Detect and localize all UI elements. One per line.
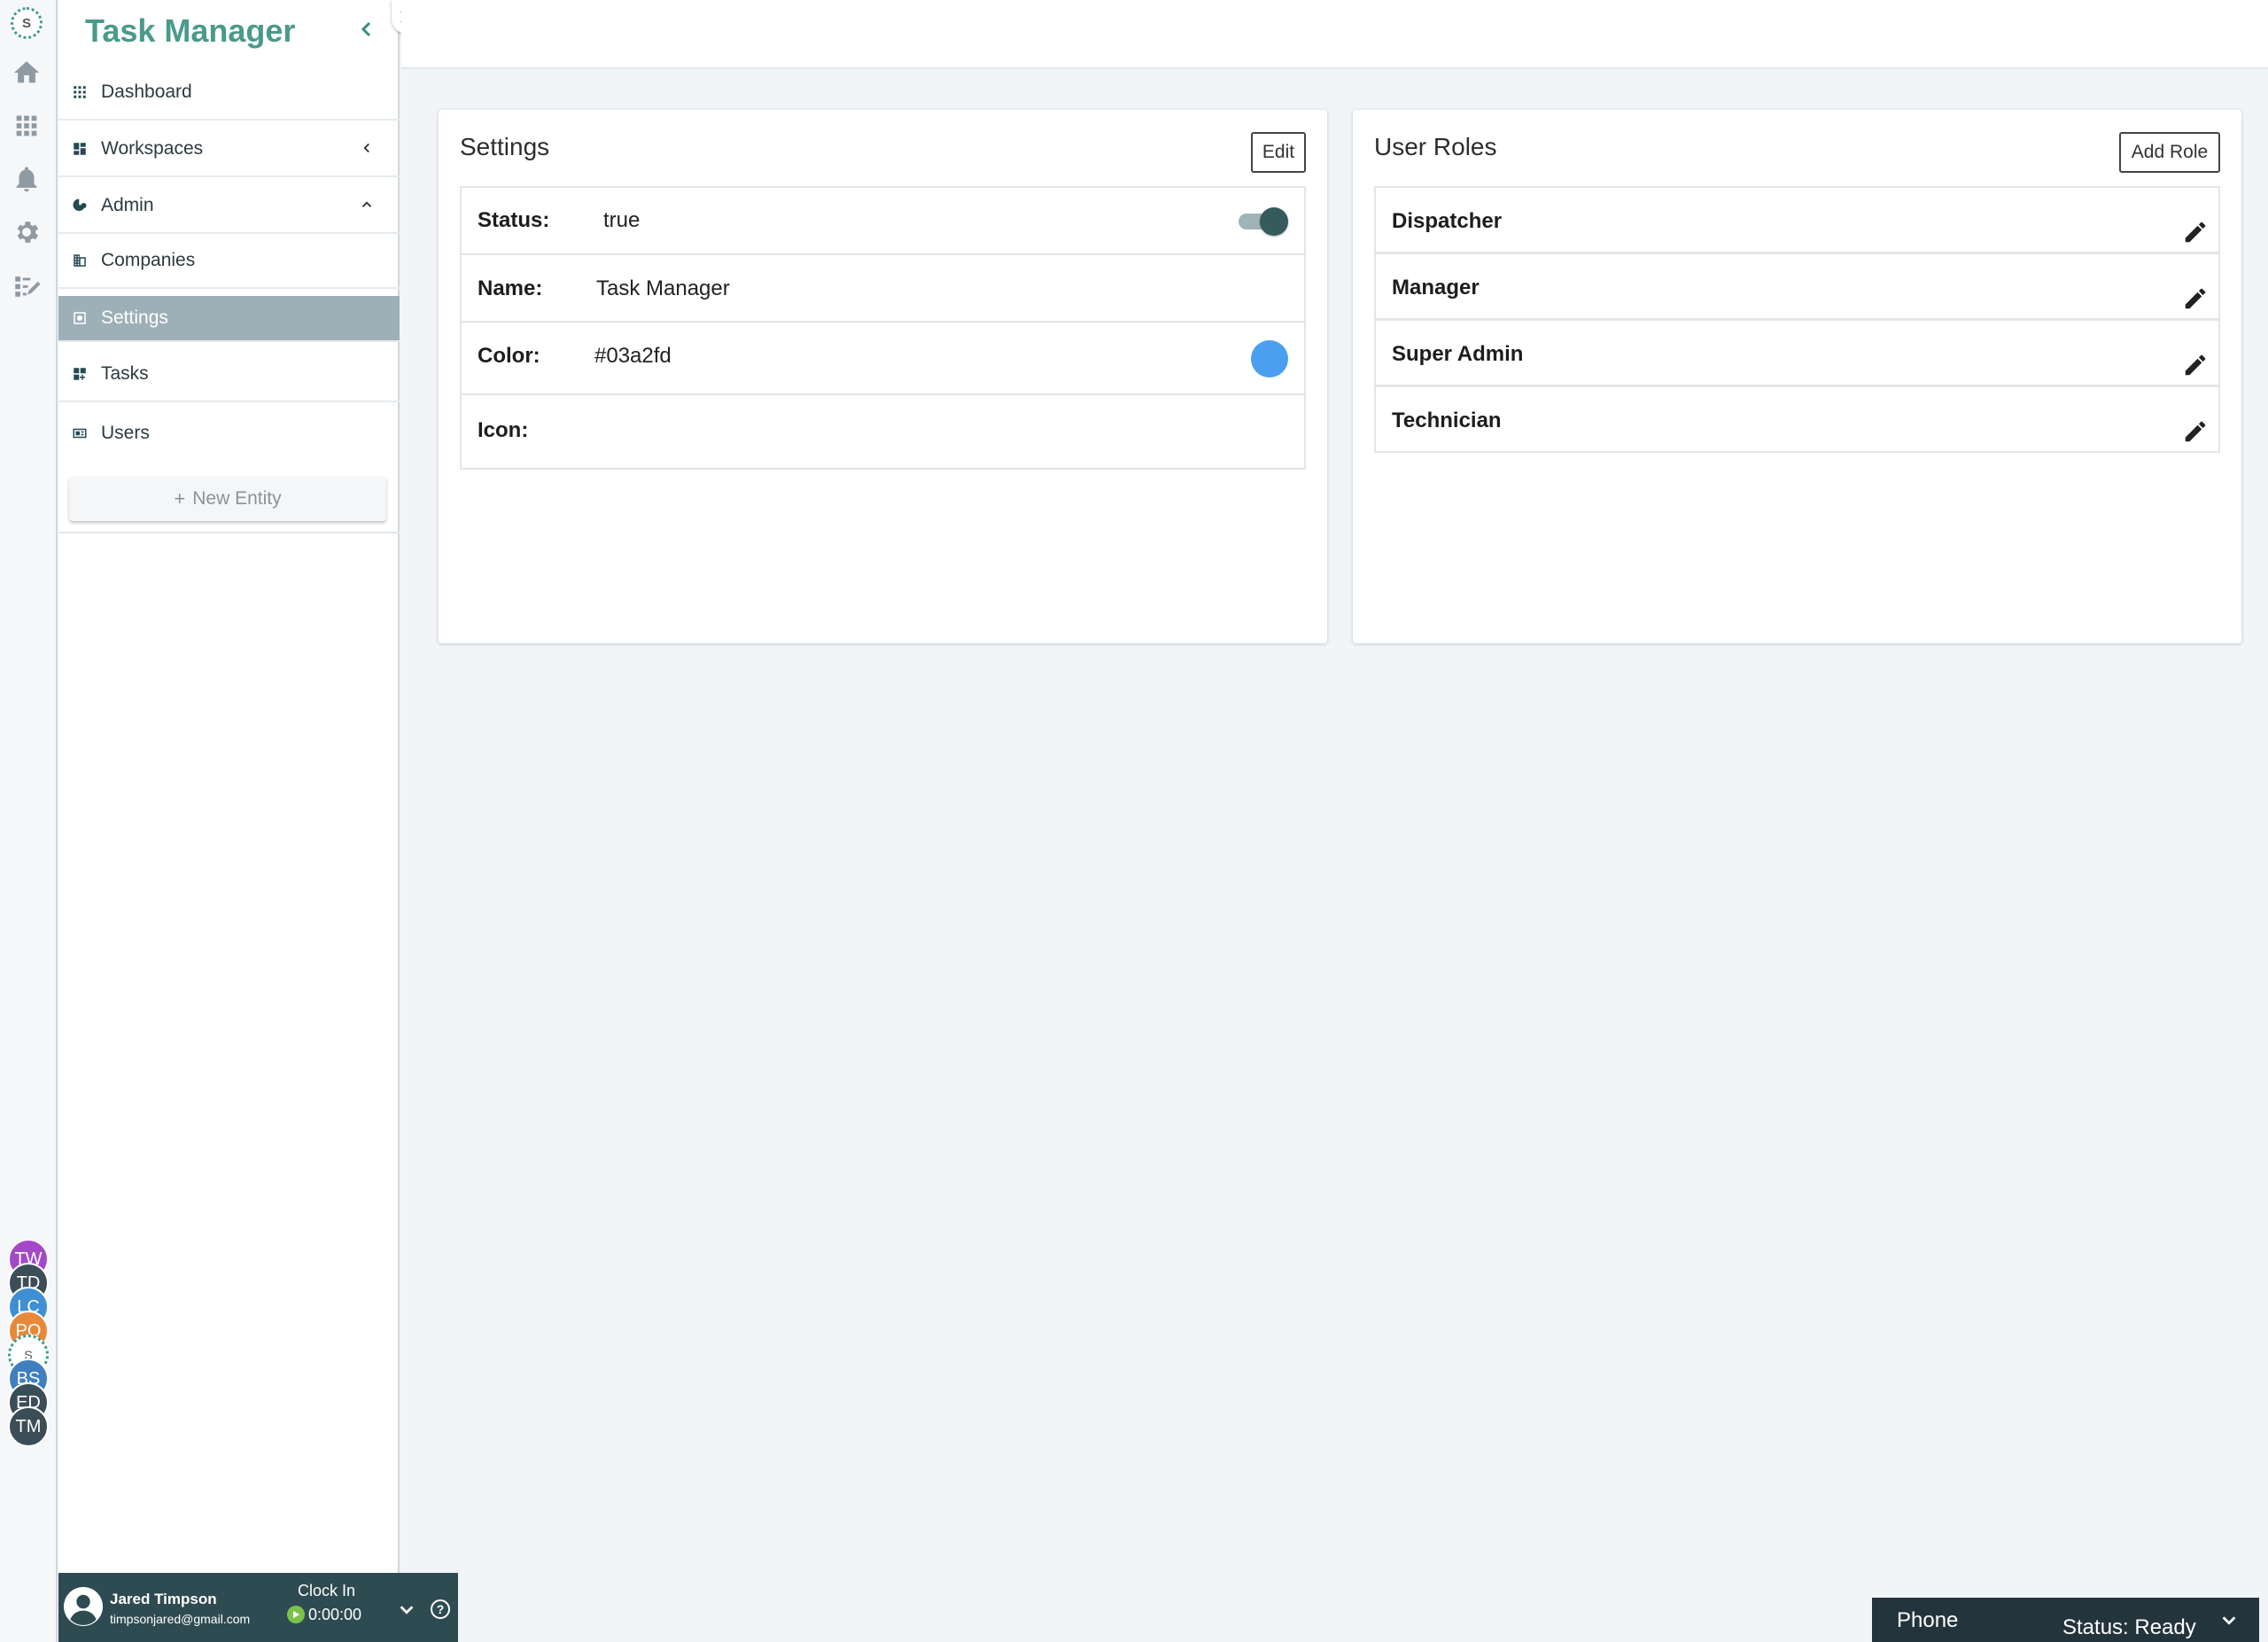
clock-in-label[interactable]: Clock In <box>298 1582 355 1600</box>
user-avatar[interactable] <box>64 1587 103 1626</box>
settings-square-icon <box>71 309 89 327</box>
icon-row: Icon: <box>460 393 1306 470</box>
checklist-icon[interactable] <box>9 268 44 303</box>
sidebar-item-workspaces[interactable]: Workspaces <box>58 122 400 177</box>
user-email: timpsonjared@gmail.com <box>110 1612 251 1626</box>
chevron-left-icon <box>359 140 377 158</box>
color-swatch <box>1251 340 1288 377</box>
sidebar: Task Manager Dashboard Workspaces Admin … <box>58 0 458 1642</box>
id-card-icon <box>71 424 89 442</box>
app-title: Task Manager <box>85 12 296 49</box>
user-roles-card: User Roles Add Role Dispatcher Manager S… <box>1353 110 2241 643</box>
role-row: Technician <box>1374 385 2220 453</box>
sidebar-divider <box>58 532 400 533</box>
chevron-down-icon[interactable] <box>2219 1610 2239 1630</box>
toggle-knob <box>1260 207 1288 236</box>
icon-label: Icon: <box>478 418 529 442</box>
top-header <box>401 0 2268 69</box>
user-footer: Jared Timpson timpsonjared@gmail.com Clo… <box>58 1573 458 1642</box>
play-icon <box>293 1611 299 1618</box>
logo-ring: S <box>11 7 43 39</box>
plus-icon: + <box>174 487 186 510</box>
settings-title: Settings <box>460 133 550 160</box>
new-entity-button[interactable]: + New Entity <box>69 477 386 521</box>
user-menu-button[interactable] <box>397 1599 416 1619</box>
icon-rail: S TW TD LC PO S BS ED TM <box>0 0 58 1642</box>
building-icon <box>71 252 89 269</box>
pencil-icon[interactable] <box>2179 349 2211 381</box>
pencil-icon[interactable] <box>2179 283 2211 315</box>
user-name: Jared Timpson <box>110 1591 217 1607</box>
sidebar-item-tasks[interactable]: Tasks <box>58 347 400 402</box>
apps-grid-icon[interactable] <box>9 108 44 144</box>
user-icon <box>64 1587 103 1626</box>
settings-card: Settings Edit Status: true Name: Task Ma… <box>439 110 1327 643</box>
role-name: Manager <box>1392 276 1480 300</box>
edit-button[interactable]: Edit <box>1251 132 1306 173</box>
collapse-sidebar-button[interactable] <box>353 16 380 43</box>
clock-timer: 0:00:00 <box>308 1606 362 1623</box>
chevron-up-icon <box>359 197 377 214</box>
role-name: Super Admin <box>1392 342 1524 366</box>
phone-status: Status: Ready <box>2062 1615 2196 1639</box>
sidebar-item-label: Companies <box>101 250 196 270</box>
sidebar-item-label: Admin <box>101 195 154 215</box>
sidebar-item-users[interactable]: Users <box>58 406 400 461</box>
gear-icon[interactable] <box>9 214 44 250</box>
role-name: Dispatcher <box>1392 209 1503 233</box>
name-label: Name: <box>478 276 543 300</box>
sidebar-item-companies[interactable]: Companies <box>58 234 400 289</box>
color-row: Color: #03a2fd <box>460 321 1306 395</box>
status-value: true <box>603 208 641 232</box>
color-label: Color: <box>478 344 540 368</box>
sidebar-item-label: Dashboard <box>101 82 192 102</box>
phone-label: Phone <box>1897 1608 1959 1632</box>
status-label: Status: <box>478 208 550 232</box>
chevron-left-icon <box>361 21 371 37</box>
dashboard-icon <box>71 140 89 158</box>
sidebar-item-admin[interactable]: Admin <box>58 179 400 234</box>
chevron-down-icon <box>400 1606 414 1615</box>
role-row: Manager <box>1374 253 2220 320</box>
role-row: Super Admin <box>1374 319 2220 386</box>
sidebar-item-settings[interactable]: Settings <box>58 296 400 342</box>
user-roles-title: User Roles <box>1374 133 1497 160</box>
app-logo[interactable]: S <box>9 5 44 41</box>
sidebar-item-dashboard[interactable]: Dashboard <box>58 66 400 121</box>
pencil-icon[interactable] <box>2179 216 2211 248</box>
clock-in-button[interactable] <box>287 1606 305 1623</box>
avatar[interactable]: TM <box>8 1406 49 1447</box>
home-icon[interactable] <box>9 55 44 90</box>
status-row: Status: true <box>460 186 1306 255</box>
help-icon[interactable]: ? <box>431 1599 450 1619</box>
role-row: Dispatcher <box>1374 186 2220 253</box>
pencil-icon[interactable] <box>2179 416 2211 447</box>
sidebar-item-label: Users <box>101 423 150 443</box>
phone-widget[interactable]: Phone Status: Ready <box>1872 1598 2259 1642</box>
name-value: Task Manager <box>596 276 730 300</box>
tasks-grid-icon <box>71 365 89 383</box>
sidebar-item-label: Tasks <box>101 363 149 384</box>
new-entity-label: New Entity <box>192 488 282 509</box>
add-role-button[interactable]: Add Role <box>2119 132 2220 173</box>
sidebar-item-label: Workspaces <box>101 138 204 159</box>
color-value: #03a2fd <box>594 344 672 368</box>
role-name: Technician <box>1392 409 1502 432</box>
admin-icon <box>71 197 89 214</box>
name-row: Name: Task Manager <box>460 253 1306 323</box>
grid-dots-icon <box>71 83 89 101</box>
sidebar-item-label: Settings <box>101 307 168 328</box>
status-toggle[interactable] <box>1239 207 1288 236</box>
bell-icon[interactable] <box>9 161 44 197</box>
